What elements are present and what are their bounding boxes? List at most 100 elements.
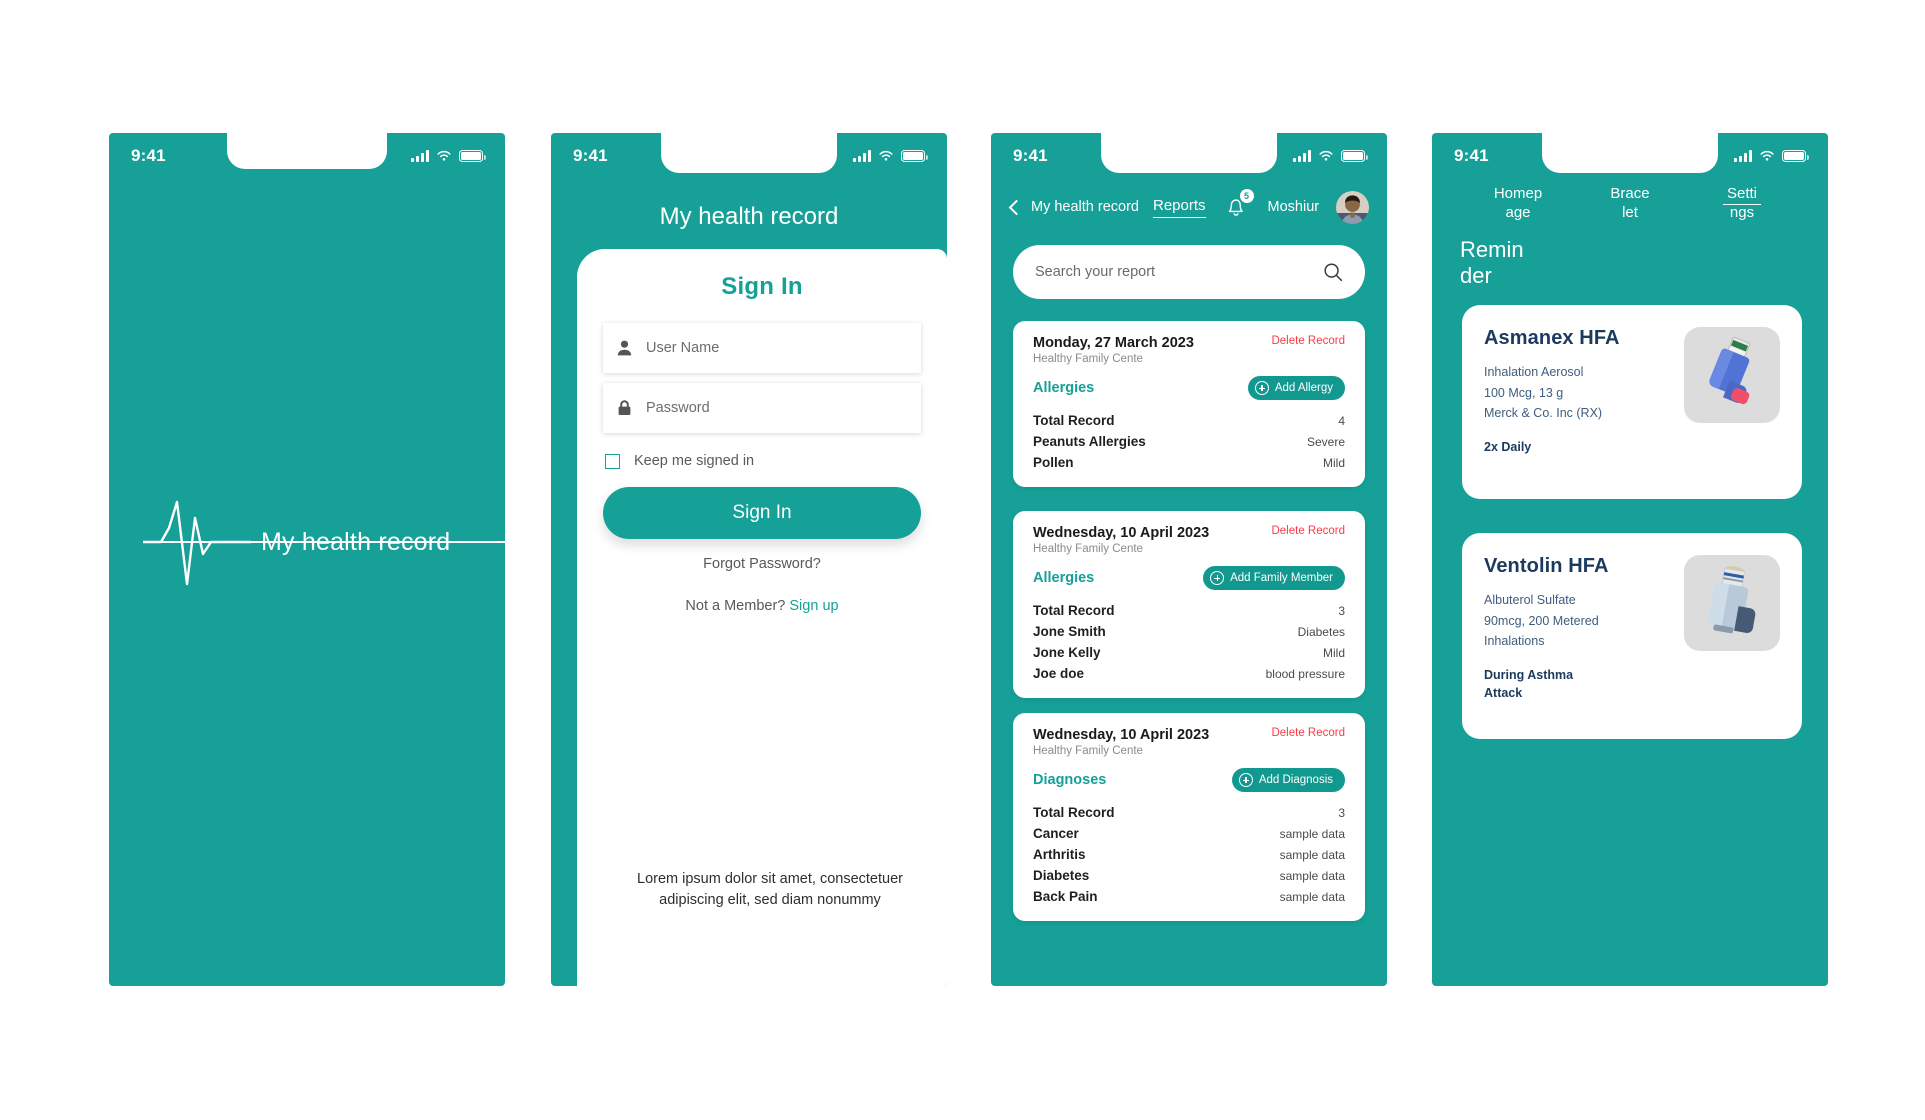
row-key: Cancer	[1033, 826, 1079, 841]
medication-image	[1684, 327, 1780, 423]
table-row: Jone Smith Diabetes	[1033, 621, 1345, 642]
table-row: Total Record 3	[1033, 600, 1345, 621]
medication-card[interactable]: Asmanex HFA Inhalation Aerosol 100 Mcg, …	[1462, 305, 1802, 499]
keep-signed-in-label: Keep me signed in	[634, 453, 755, 469]
cellular-signal-icon	[1293, 150, 1311, 162]
card-rows: Total Record 3 Jone Smith Diabetes Jone …	[1033, 600, 1345, 684]
status-time: 9:41	[1013, 146, 1048, 165]
add-family-member-label: Add Family Member	[1230, 572, 1333, 584]
battery-icon	[901, 150, 928, 162]
card-date: Monday, 27 March 2023	[1033, 335, 1194, 351]
battery-icon	[1341, 150, 1368, 162]
page-title-line1: Remin	[1460, 237, 1524, 262]
table-row: Diabetes sample data	[1033, 865, 1345, 886]
medication-name: Ventolin HFA	[1484, 555, 1609, 577]
card-clinic: Healthy Family Cente	[1033, 543, 1143, 555]
table-row: Peanuts Allergies Severe	[1033, 431, 1345, 452]
record-card[interactable]: Wednesday, 10 April 2023 Healthy Family …	[1013, 511, 1365, 698]
card-rows: Total Record 4 Peanuts Allergies Severe …	[1033, 410, 1345, 473]
record-card[interactable]: Wednesday, 10 April 2023 Healthy Family …	[1013, 713, 1365, 921]
username-field[interactable]: User Name	[603, 323, 921, 373]
tab-homepage-line2: age	[1505, 203, 1531, 221]
wifi-icon	[437, 150, 451, 161]
row-key: Pollen	[1033, 455, 1074, 470]
ecg-baseline	[143, 541, 505, 543]
search-placeholder: Search your report	[1035, 264, 1156, 280]
medication-card[interactable]: Ventolin HFA Albuterol Sulfate 90mcg, 20…	[1462, 533, 1802, 739]
search-input[interactable]: Search your report	[1013, 245, 1365, 299]
row-key: Diabetes	[1033, 868, 1090, 883]
cellular-signal-icon	[1734, 150, 1752, 162]
cellular-signal-icon	[411, 150, 429, 162]
phone-screen-signin: 9:41 My health record Sign In User Name	[551, 133, 947, 986]
delete-record-button[interactable]: Delete Record	[1271, 525, 1345, 537]
signup-link[interactable]: Sign up	[789, 598, 838, 614]
keep-signed-in-checkbox[interactable]	[605, 453, 620, 469]
tab-homepage-line1: Homep	[1493, 185, 1543, 202]
medication-name: Asmanex HFA	[1484, 327, 1620, 349]
row-value: Severe	[1306, 434, 1345, 449]
card-rows: Total Record 3 Cancer sample data Arthri…	[1033, 802, 1345, 907]
reminder-nav-bar: Homep age Brace let Setti ngs	[1432, 185, 1828, 223]
row-key: Total Record	[1033, 805, 1115, 820]
avatar[interactable]	[1336, 190, 1370, 224]
wifi-icon	[1319, 150, 1333, 161]
add-diagnosis-button[interactable]: Add Diagnosis	[1231, 768, 1345, 792]
medication-frequency: 2x Daily	[1484, 439, 1532, 454]
row-value: sample data	[1279, 889, 1345, 904]
signin-sheet: Sign In User Name Password Keep me signe…	[577, 249, 947, 986]
record-card[interactable]: Monday, 27 March 2023 Healthy Family Cen…	[1013, 321, 1365, 487]
card-header: Wednesday, 10 April 2023 Healthy Family …	[1033, 525, 1345, 555]
notifications-button[interactable]: 5	[1225, 189, 1254, 219]
tab-homepage[interactable]: Homep age	[1462, 185, 1574, 223]
card-clinic: Healthy Family Cente	[1033, 353, 1143, 365]
reports-nav-bar: My health record Reports 5 Moshiur	[1005, 187, 1373, 227]
delete-record-button[interactable]: Delete Record	[1271, 727, 1345, 739]
plus-circle-icon	[1210, 571, 1225, 585]
light-blue-inhaler-photo	[1708, 566, 1756, 634]
row-key: Arthritis	[1033, 847, 1086, 862]
table-row: Joe doe blood pressure	[1033, 663, 1345, 684]
add-allergy-button[interactable]: Add Allergy	[1247, 376, 1345, 400]
medication-description: Albuterol Sulfate 90mcg, 200 Metered Inh…	[1484, 593, 1599, 649]
row-value: blood pressure	[1265, 666, 1345, 681]
signin-button[interactable]: Sign In	[603, 487, 921, 539]
back-chevron-icon[interactable]	[1008, 199, 1025, 215]
page-title-line2: der	[1460, 263, 1492, 289]
password-field[interactable]: Password	[603, 383, 921, 433]
tab-settings[interactable]: Setti ngs	[1686, 185, 1798, 223]
phone-screen-reports: 9:41 My health record Reports 5 Moshiur …	[991, 133, 1387, 986]
tab-bracelet-line1: Brace	[1610, 185, 1650, 202]
status-icons	[1734, 150, 1809, 162]
keep-signed-in-row[interactable]: Keep me signed in	[603, 453, 921, 469]
device-notch	[661, 133, 837, 173]
search-icon[interactable]	[1323, 262, 1343, 282]
status-icons	[853, 150, 928, 162]
medication-frequency: During Asthma Attack	[1484, 667, 1574, 700]
row-key: Jone Kelly	[1033, 645, 1101, 660]
avatar-photo	[1336, 190, 1370, 224]
status-icons	[411, 150, 486, 162]
status-time: 9:41	[131, 146, 166, 165]
row-key: Jone Smith	[1033, 624, 1106, 639]
table-row: Arthritis sample data	[1033, 844, 1345, 865]
username-placeholder: User Name	[646, 340, 720, 356]
tab-settings-line2: ngs	[1729, 203, 1755, 221]
row-value: Mild	[1322, 455, 1345, 470]
user-icon	[617, 340, 632, 356]
add-family-member-button[interactable]: Add Family Member	[1203, 566, 1345, 590]
member-prompt-row: Not a Member? Sign up	[603, 598, 921, 614]
nav-user-name[interactable]: Moshiur	[1268, 199, 1320, 215]
wifi-icon	[879, 150, 893, 161]
forgot-password-link[interactable]: Forgot Password?	[603, 556, 921, 572]
delete-record-button[interactable]: Delete Record	[1271, 335, 1345, 347]
tab-bracelet[interactable]: Brace let	[1574, 185, 1686, 223]
tab-reports[interactable]: Reports	[1153, 197, 1206, 218]
device-notch	[227, 133, 387, 169]
card-category-row: Allergies Add Family Member	[1033, 566, 1345, 590]
status-icons	[1293, 150, 1368, 162]
tab-settings-line1: Setti	[1722, 185, 1761, 205]
row-value: Diabetes	[1297, 624, 1345, 639]
wifi-icon	[1760, 150, 1774, 161]
tab-bracelet-line2: let	[1622, 203, 1638, 221]
